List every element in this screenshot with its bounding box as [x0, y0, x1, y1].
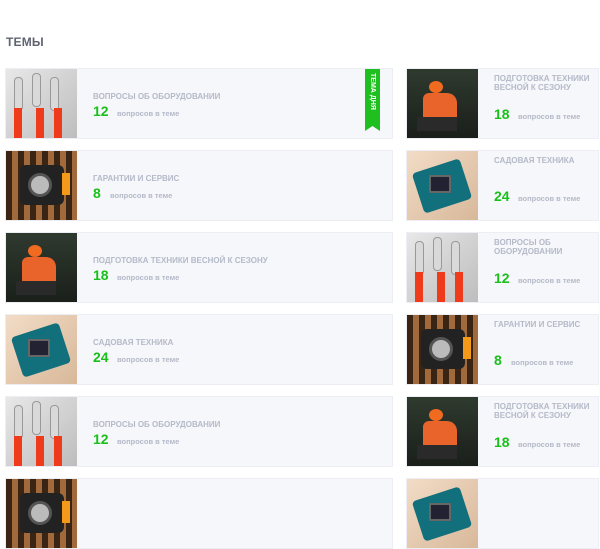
- topic-count: 18: [93, 267, 109, 283]
- topic-image[interactable]: [6, 315, 77, 384]
- topic-count-label: вопросов в теме: [117, 273, 180, 282]
- topic-card[interactable]: ПОДГОТОВКА ТЕХНИКИ ВЕСНОЙ К СЕЗОНУ 18 во…: [406, 68, 599, 139]
- topic-title[interactable]: ПОДГОТОВКА ТЕХНИКИ ВЕСНОЙ К СЕЗОНУ: [93, 256, 268, 265]
- topic-count-label: вопросов в теме: [518, 276, 581, 285]
- topic-image[interactable]: [407, 69, 478, 138]
- topic-card[interactable]: ГАРАНТИИ И СЕРВИС 8 вопросов в теме: [5, 150, 393, 221]
- topic-title[interactable]: ВОПРОСЫ ОБ ОБОРУДОВАНИИ: [93, 420, 220, 429]
- topic-count: 12: [93, 103, 109, 119]
- topic-card[interactable]: [406, 478, 599, 549]
- topic-count: 24: [494, 188, 510, 204]
- topic-title[interactable]: ВОПРОСЫ ОБ ОБОРУДОВАНИИ: [494, 238, 596, 256]
- topic-title[interactable]: ПОДГОТОВКА ТЕХНИКИ ВЕСНОЙ К СЕЗОНУ: [494, 402, 596, 420]
- topic-count: 18: [494, 106, 510, 122]
- topic-count: 18: [494, 434, 510, 450]
- topic-title[interactable]: САДОВАЯ ТЕХНИКА: [93, 338, 173, 347]
- topic-image[interactable]: [6, 233, 77, 302]
- topic-title[interactable]: ПОДГОТОВКА ТЕХНИКИ ВЕСНОЙ К СЕЗОНУ: [494, 74, 596, 92]
- topic-card[interactable]: [5, 478, 393, 549]
- topic-image[interactable]: [407, 315, 478, 384]
- topic-card[interactable]: САДОВАЯ ТЕХНИКА 24 вопросов в теме: [406, 150, 599, 221]
- topic-count-label: вопросов в теме: [117, 355, 180, 364]
- topic-card[interactable]: ВОПРОСЫ ОБ ОБОРУДОВАНИИ 12 вопросов в те…: [5, 68, 393, 139]
- topic-card[interactable]: ПОДГОТОВКА ТЕХНИКИ ВЕСНОЙ К СЕЗОНУ 18 во…: [406, 396, 599, 467]
- topic-count: 24: [93, 349, 109, 365]
- topic-count-label: вопросов в теме: [117, 437, 180, 446]
- topic-title[interactable]: ВОПРОСЫ ОБ ОБОРУДОВАНИИ: [93, 92, 220, 101]
- topic-card[interactable]: ПОДГОТОВКА ТЕХНИКИ ВЕСНОЙ К СЕЗОНУ 18 во…: [5, 232, 393, 303]
- topic-title[interactable]: САДОВАЯ ТЕХНИКА: [494, 156, 596, 165]
- topic-count-label: вопросов в теме: [518, 440, 581, 449]
- topic-card[interactable]: ВОПРОСЫ ОБ ОБОРУДОВАНИИ 12 вопросов в те…: [406, 232, 599, 303]
- topic-image[interactable]: [6, 397, 77, 466]
- topic-image[interactable]: [407, 233, 478, 302]
- topic-image[interactable]: [6, 479, 77, 548]
- topic-of-day-badge: ТЕМА ДНЯ: [365, 69, 380, 131]
- topic-count-label: вопросов в теме: [511, 358, 574, 367]
- topic-count: 8: [494, 352, 502, 368]
- topic-count-label: вопросов в теме: [518, 194, 581, 203]
- topic-count-label: вопросов в теме: [117, 109, 180, 118]
- topic-image[interactable]: [6, 69, 77, 138]
- topic-title[interactable]: ГАРАНТИИ И СЕРВИС: [93, 174, 179, 183]
- topic-image[interactable]: [6, 151, 77, 220]
- section-title: ТЕМЫ: [6, 35, 44, 49]
- topic-image[interactable]: [407, 397, 478, 466]
- topic-card[interactable]: ВОПРОСЫ ОБ ОБОРУДОВАНИИ 12 вопросов в те…: [5, 396, 393, 467]
- topic-count-label: вопросов в теме: [518, 112, 581, 121]
- topic-image[interactable]: [407, 151, 478, 220]
- topic-count-label: вопросов в теме: [110, 191, 173, 200]
- topic-card[interactable]: САДОВАЯ ТЕХНИКА 24 вопросов в теме: [5, 314, 393, 385]
- topic-count: 12: [93, 431, 109, 447]
- topic-title[interactable]: ГАРАНТИИ И СЕРВИС: [494, 320, 596, 329]
- topic-count: 12: [494, 270, 510, 286]
- topic-image[interactable]: [407, 479, 478, 548]
- topic-count: 8: [93, 185, 101, 201]
- topic-card[interactable]: ГАРАНТИИ И СЕРВИС 8 вопросов в теме: [406, 314, 599, 385]
